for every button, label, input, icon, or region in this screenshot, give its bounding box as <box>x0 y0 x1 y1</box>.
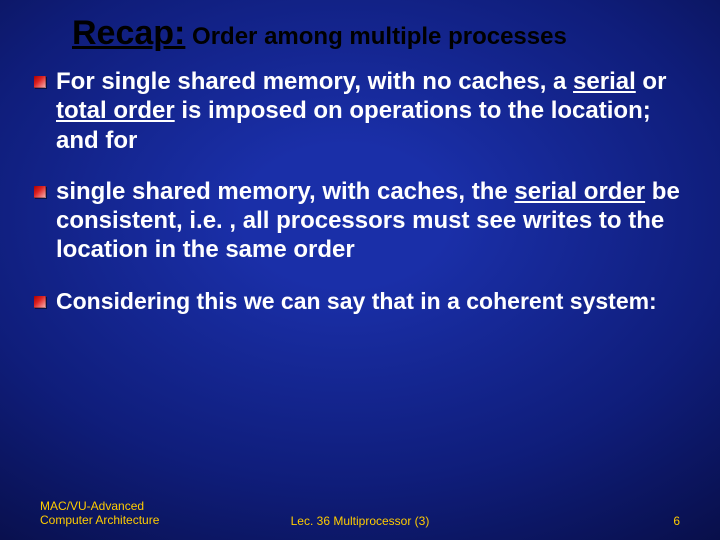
bullet-1: For single shared memory, with no caches… <box>34 67 686 155</box>
text: Considering this we can say that in a co… <box>56 288 657 314</box>
text-underline: serial order <box>514 178 645 205</box>
page-number: 6 <box>673 514 680 528</box>
footer: MAC/VU-Advanced Computer Architecture Le… <box>0 496 720 530</box>
text: or <box>636 68 667 95</box>
bullet-list: For single shared memory, with no caches… <box>0 67 720 315</box>
bullet-2: single shared memory, with caches, the s… <box>34 177 686 265</box>
footer-lecture: Lec. 36 Multiprocessor (3) <box>291 514 430 528</box>
text: single shared memory <box>56 178 309 205</box>
footer-right: 6 <box>673 514 680 528</box>
bullet-3: Considering this we can say that in a co… <box>34 287 686 315</box>
text-underline: total order <box>56 97 175 124</box>
text-underline: serial <box>573 68 636 95</box>
text: , with caches, <box>309 178 465 205</box>
title-sub: Order among multiple processes <box>185 23 566 50</box>
slide-title: Recap: Order among multiple processes <box>0 0 720 59</box>
footer-course-1: MAC/VU-Advanced <box>40 499 144 513</box>
text: For single shared memory <box>56 68 354 95</box>
text: a <box>546 68 573 95</box>
footer-center: Lec. 36 Multiprocessor (3) <box>0 514 720 528</box>
slide: Recap: Order among multiple processes Fo… <box>0 0 720 540</box>
title-main: Recap: <box>72 14 185 52</box>
text: the <box>465 178 514 205</box>
text: , with no caches, <box>354 68 546 95</box>
